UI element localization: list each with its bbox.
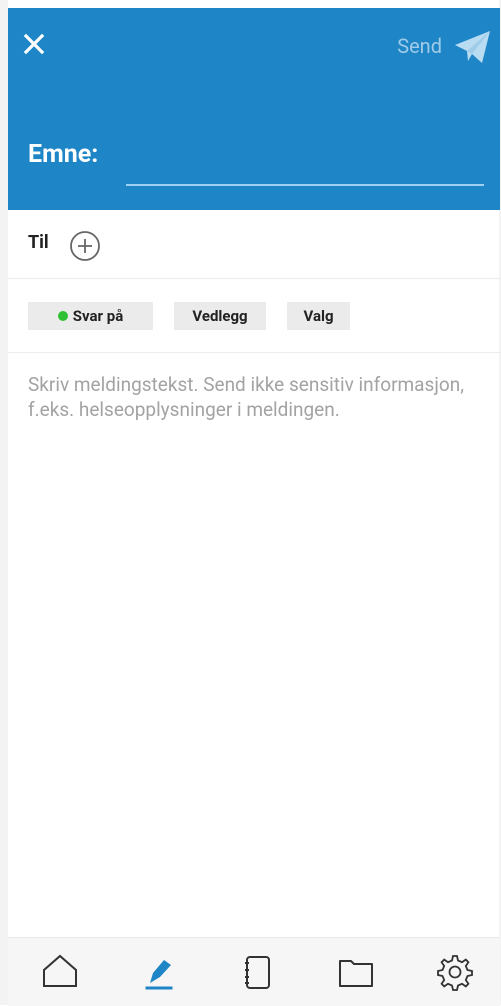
folder-icon <box>339 960 373 987</box>
notebook-icon <box>245 956 270 989</box>
reply-chip-label: Svar på <box>72 307 124 325</box>
to-label: Til <box>28 232 49 253</box>
recipient-row: Til <box>8 210 500 279</box>
options-chip-label: Valg <box>303 307 334 325</box>
attachment-chip[interactable]: Vedlegg <box>174 302 266 330</box>
nav-contacts[interactable] <box>238 952 278 992</box>
nav-settings[interactable] <box>435 952 475 992</box>
gear-icon <box>437 955 473 991</box>
pen-icon <box>145 960 173 990</box>
options-row: Svar på Vedlegg Valg <box>8 279 500 353</box>
compose-screen: Send Emne: Til Svar på Vedlegg Valg Skri… <box>0 0 501 1006</box>
close-button[interactable] <box>22 32 46 56</box>
close-icon <box>23 33 45 55</box>
attachment-chip-label: Vedlegg <box>192 307 248 325</box>
subject-input[interactable] <box>126 144 484 186</box>
send-button[interactable]: Send <box>397 31 492 74</box>
nav-home[interactable] <box>40 952 80 992</box>
reply-status-dot <box>57 311 68 321</box>
nav-write[interactable] <box>140 952 180 992</box>
message-body-input[interactable]: Skriv meldingstekst. Send ikke sensitiv … <box>28 372 468 422</box>
options-chip[interactable]: Valg <box>287 302 350 330</box>
nav-folders[interactable] <box>336 952 376 992</box>
subject-label: Emne: <box>28 140 99 169</box>
reply-chip[interactable]: Svar på <box>28 302 153 330</box>
left-edge <box>0 0 8 1005</box>
paper-plane-icon <box>455 31 490 63</box>
compose-header: Send Emne: <box>8 8 500 210</box>
home-icon <box>43 954 77 987</box>
plus-circle-icon <box>70 231 100 261</box>
send-label: Send <box>397 34 442 58</box>
add-recipient-button[interactable] <box>69 230 101 262</box>
bottom-navigation <box>8 937 500 1006</box>
